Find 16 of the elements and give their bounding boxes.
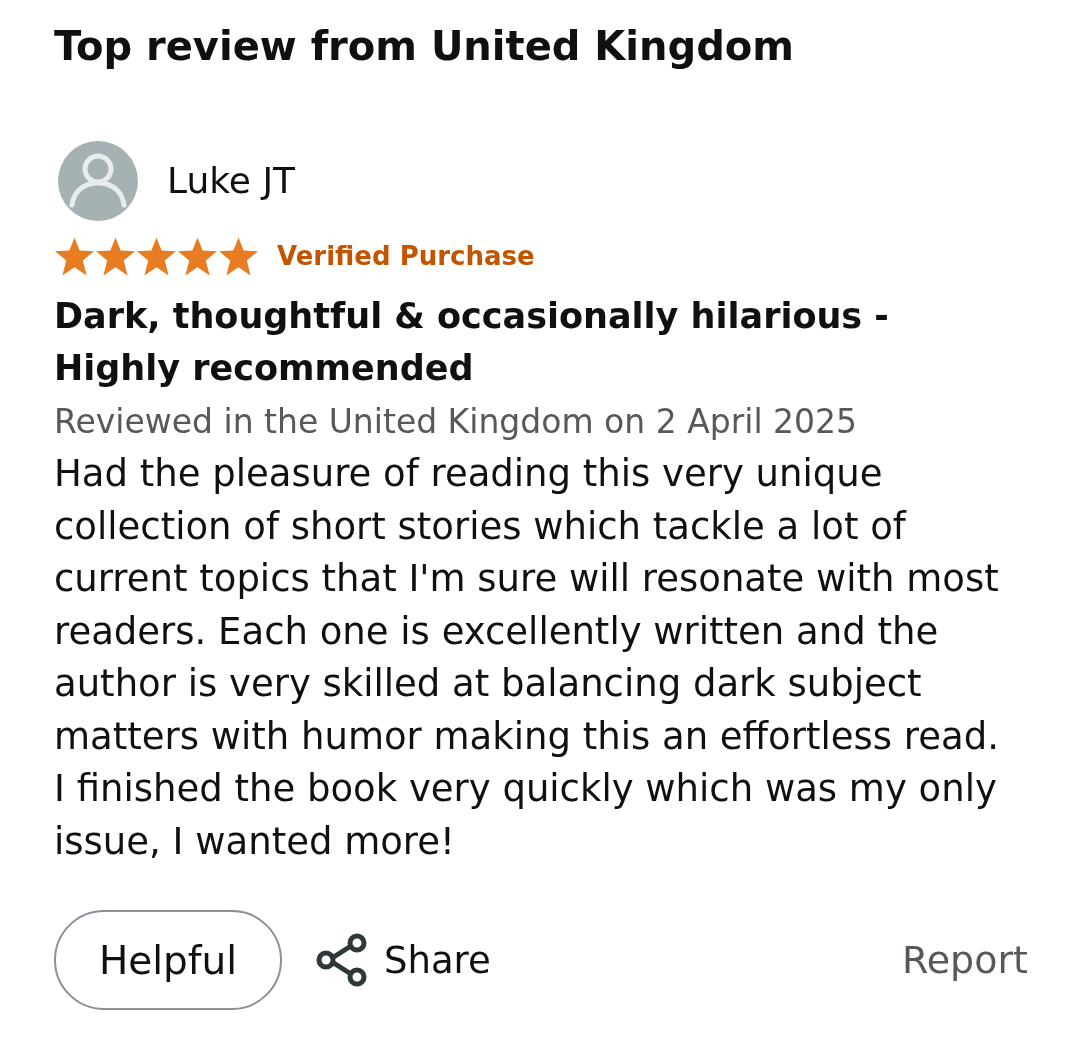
section-heading: Top review from United Kingdom [54,22,795,71]
star-icon [95,236,136,276]
report-link[interactable]: Report [902,941,1028,979]
verified-purchase-label: Verified Purchase [277,240,535,273]
helpful-button[interactable]: Helpful [54,910,282,1010]
share-icon [316,933,368,987]
star-icon [54,236,95,276]
star-icon [218,236,259,276]
review-body: Had the pleasure of reading this very unique collection of short stories which tackle a lot of current topics that I'm sure will resonate with most readers. Each one is excellently written and the author is very skilled at balancing dark subject matters with humor making this an effortless read. I finished the book very quickly which was my only issue, I wanted more! [54,451,1000,865]
review-date: Reviewed in the United Kingdom on 2 April 2025 [54,401,859,443]
reviewer-name: Luke JT [167,160,295,202]
avatar-icon [58,141,138,221]
star-icon [136,236,177,276]
share-button[interactable]: Share [316,933,491,987]
review-title: Dark, thoughtful & occasionally hilarious - Highly recommended [54,295,890,390]
star-icon [177,236,218,276]
